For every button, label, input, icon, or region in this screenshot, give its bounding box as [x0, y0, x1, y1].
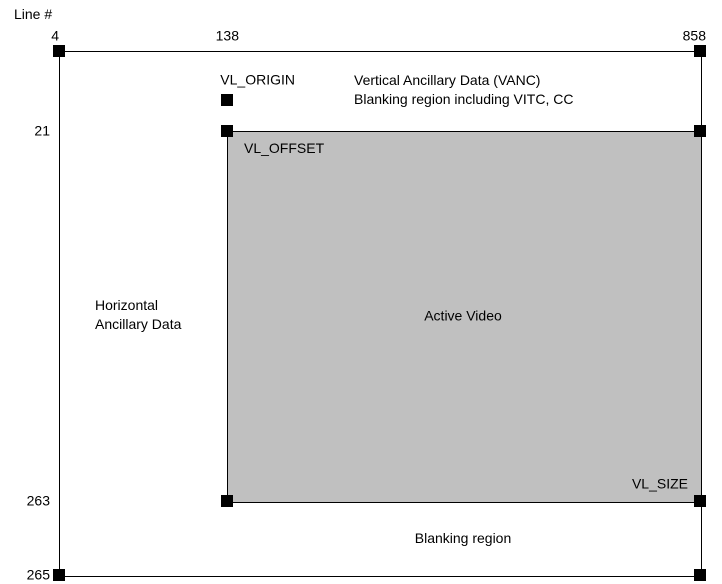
marker-outer-br — [694, 569, 706, 581]
axis-title: Line # — [14, 6, 52, 24]
vl-size-label: VL_SIZE — [632, 476, 688, 494]
y-tick-top: 21 — [34, 122, 50, 140]
video-frame-layout-diagram: Line # 4 138 858 21 263 265 VL_ORIGIN Ve… — [0, 0, 722, 581]
x-tick-mid: 138 — [216, 27, 239, 45]
marker-vl-origin — [221, 94, 233, 106]
marker-outer-bl — [53, 569, 65, 581]
marker-inner-tr — [694, 125, 706, 137]
vl-offset-label: VL_OFFSET — [244, 140, 324, 158]
x-tick-left: 4 — [51, 27, 59, 45]
hanc-label-line2: Ancillary Data — [95, 316, 181, 334]
x-tick-right: 858 — [683, 27, 706, 45]
marker-inner-bl — [221, 495, 233, 507]
blanking-bottom-label: Blanking region — [415, 530, 512, 548]
marker-inner-br — [694, 495, 706, 507]
hanc-label-line1: Horizontal — [95, 297, 158, 315]
marker-outer-tr — [694, 45, 706, 57]
marker-inner-tl — [221, 125, 233, 137]
marker-outer-tl — [53, 45, 65, 57]
y-tick-bottom: 265 — [27, 566, 50, 584]
active-video-label: Active Video — [424, 307, 502, 325]
vanc-label-line2: Blanking region including VITC, CC — [354, 91, 573, 109]
y-tick-mid: 263 — [27, 492, 50, 510]
vanc-label-line1: Vertical Ancillary Data (VANC) — [354, 72, 540, 90]
vl-origin-label: VL_ORIGIN — [220, 71, 295, 89]
